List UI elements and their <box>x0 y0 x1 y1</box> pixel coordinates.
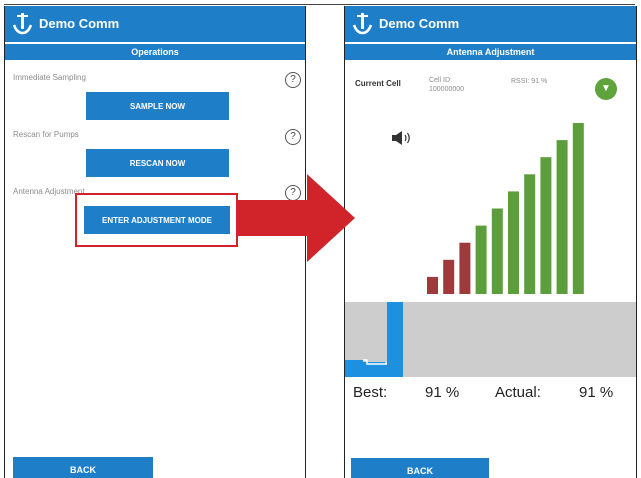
app-logo-icon <box>352 13 373 35</box>
signal-bar <box>427 276 438 294</box>
actual-label: Actual: <box>495 384 541 401</box>
signal-strength-chart <box>427 123 584 294</box>
signal-bar <box>475 225 487 294</box>
row-label-sampling: Immediate Sampling <box>13 73 86 82</box>
app-logo-icon <box>12 13 33 35</box>
best-label: Best: <box>353 384 388 401</box>
app-bar: Demo Comm <box>345 6 636 42</box>
cell-id: Cell ID: 100000000 <box>429 76 479 94</box>
back-button[interactable]: BACK <box>351 458 489 478</box>
signal-bar <box>540 157 552 294</box>
help-rescan-icon[interactable]: ? <box>285 129 301 145</box>
help-sampling-icon[interactable]: ? <box>285 72 301 88</box>
signal-bar <box>459 242 471 294</box>
transition-arrow-icon <box>237 174 355 262</box>
top-divider <box>4 4 635 5</box>
back-button[interactable]: BACK <box>13 457 153 478</box>
page-title: Operations <box>5 44 305 60</box>
cell-id-value: 100000000 <box>429 86 465 93</box>
signal-bar <box>508 191 519 294</box>
rescan-now-button[interactable]: RESCAN NOW <box>86 149 229 177</box>
app-title: Demo Comm <box>39 16 120 31</box>
rssi-value: RSSI: 91 % <box>511 78 548 85</box>
current-cell-label: Current Cell <box>355 79 401 88</box>
app-bar: Demo Comm <box>5 6 305 42</box>
signal-bar <box>524 174 536 294</box>
best-value: 91 % <box>425 384 460 401</box>
signal-bar <box>556 140 568 294</box>
app-title: Demo Comm <box>379 16 460 31</box>
signal-meter <box>345 302 636 377</box>
signal-bar <box>443 259 455 294</box>
signal-bar <box>572 123 584 294</box>
collapse-button[interactable]: ▼ <box>595 78 617 100</box>
signal-bar <box>491 208 503 294</box>
row-label-antenna: Antenna Adjustment <box>13 187 85 196</box>
sample-now-button[interactable]: SAMPLE NOW <box>86 92 229 120</box>
cell-id-label: Cell ID: <box>429 77 452 84</box>
antenna-adjustment-screen: Demo Comm Antenna Adjustment Current Cel… <box>344 6 637 478</box>
actual-value: 91 % <box>579 384 614 401</box>
row-label-rescan: Rescan for Pumps <box>13 130 79 139</box>
signal-meter-graph <box>345 302 403 377</box>
highlight-box <box>75 193 238 247</box>
page-title: Antenna Adjustment <box>345 44 636 60</box>
